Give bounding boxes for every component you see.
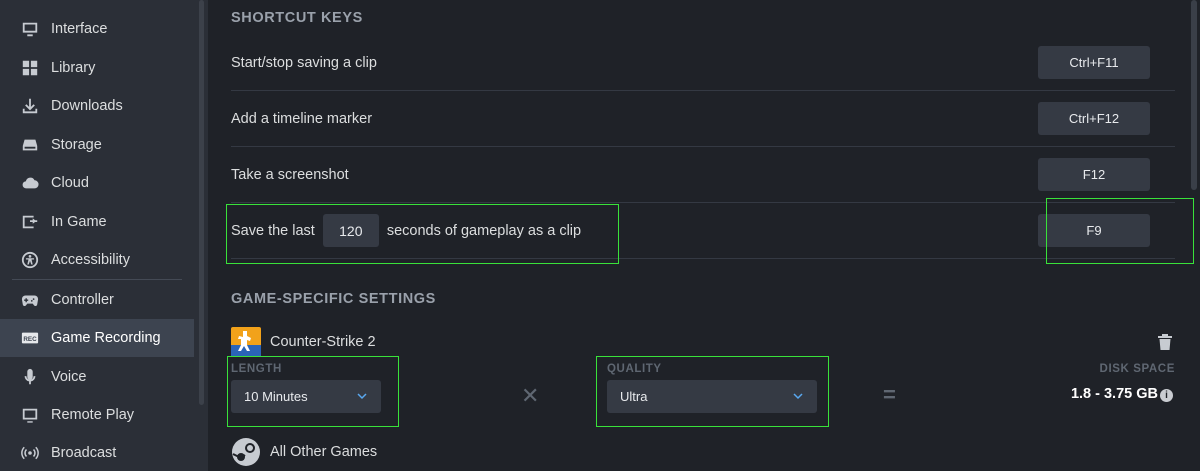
microphone-icon bbox=[20, 367, 40, 387]
storage-icon bbox=[20, 135, 40, 155]
sidebar-item-label: Library bbox=[51, 60, 96, 76]
shortcut-key-button[interactable]: F9 bbox=[1038, 214, 1150, 247]
sidebar-item-storage[interactable]: Storage bbox=[0, 126, 194, 164]
chevron-down-icon bbox=[357, 393, 367, 400]
sidebar-item-controller[interactable]: Controller bbox=[0, 281, 194, 319]
rec-icon: REC bbox=[20, 328, 40, 348]
info-icon[interactable]: i bbox=[1160, 389, 1173, 402]
sidebar-item-label: Broadcast bbox=[51, 445, 117, 461]
cloud-icon bbox=[20, 173, 40, 193]
quality-value: Ultra bbox=[620, 389, 648, 404]
sidebar-item-library[interactable]: Library bbox=[0, 49, 194, 87]
sidebar-item-game-recording[interactable]: REC Game Recording bbox=[0, 319, 194, 357]
controller-icon bbox=[20, 290, 40, 310]
sidebar-item-label: Cloud bbox=[51, 175, 89, 191]
counter-strike-icon bbox=[231, 327, 261, 357]
length-value: 10 Minutes bbox=[244, 389, 308, 404]
grid-icon bbox=[20, 58, 40, 78]
section-title-shortcut-keys: SHORTCUT KEYS bbox=[231, 10, 363, 26]
sidebar-item-interface[interactable]: Interface bbox=[0, 10, 194, 48]
accessibility-icon bbox=[20, 250, 40, 270]
game-name: Counter-Strike 2 bbox=[270, 334, 376, 350]
sidebar-item-broadcast[interactable]: Broadcast bbox=[0, 434, 194, 471]
sidebar-item-label: Controller bbox=[51, 292, 114, 308]
shortcut-label: Start/stop saving a clip bbox=[231, 54, 377, 71]
quality-label: QUALITY bbox=[607, 363, 662, 375]
length-dropdown[interactable]: 10 Minutes bbox=[231, 380, 381, 413]
quality-dropdown[interactable]: Ultra bbox=[607, 380, 817, 413]
sidebar: Interface Library Downloads Storage Clou… bbox=[0, 0, 208, 471]
in-game-icon bbox=[20, 212, 40, 232]
shortcut-key-button[interactable]: Ctrl+F12 bbox=[1038, 102, 1150, 135]
other-games-label: All Other Games bbox=[270, 444, 378, 460]
game-row-all-other-games[interactable]: All Other Games bbox=[231, 437, 377, 467]
sidebar-item-voice[interactable]: Voice bbox=[0, 358, 194, 396]
times-symbol: ✕ bbox=[521, 383, 540, 408]
sidebar-item-accessibility[interactable]: Accessibility bbox=[0, 241, 194, 279]
sidebar-item-label: Downloads bbox=[51, 98, 123, 114]
section-title-game-specific: GAME-SPECIFIC SETTINGS bbox=[231, 291, 436, 307]
sidebar-divider bbox=[12, 279, 182, 280]
main-scrollbar[interactable] bbox=[1191, 0, 1197, 190]
disk-space-value: 1.8 - 3.75 GB bbox=[1070, 386, 1158, 402]
main-panel: SHORTCUT KEYS Start/stop saving a clip C… bbox=[208, 0, 1200, 471]
sidebar-item-cloud[interactable]: Cloud bbox=[0, 164, 194, 202]
clip-seconds-input[interactable]: 120 bbox=[322, 214, 379, 247]
sidebar-item-in-game[interactable]: In Game bbox=[0, 203, 194, 241]
clip-prefix-label: Save the last bbox=[231, 222, 315, 239]
equals-symbol: = bbox=[883, 382, 896, 407]
shortcut-label: Add a timeline marker bbox=[231, 110, 373, 127]
shortcut-row-timeline-marker: Add a timeline marker Ctrl+F12 bbox=[231, 91, 1175, 147]
shortcut-row-screenshot: Take a screenshot F12 bbox=[231, 147, 1175, 203]
shortcut-key-button[interactable]: Ctrl+F11 bbox=[1038, 46, 1150, 79]
remote-play-icon bbox=[20, 405, 40, 425]
sidebar-item-label: Remote Play bbox=[51, 407, 135, 423]
download-icon bbox=[20, 96, 40, 116]
shortcut-row-save-last-seconds: Save the last 120 seconds of gameplay as… bbox=[231, 203, 1175, 259]
sidebar-item-remote-play[interactable]: Remote Play bbox=[0, 396, 194, 434]
sidebar-item-downloads[interactable]: Downloads bbox=[0, 87, 194, 125]
sidebar-item-label: In Game bbox=[51, 214, 107, 230]
shortcut-row-save-clip: Start/stop saving a clip Ctrl+F11 bbox=[231, 35, 1175, 91]
trash-icon[interactable] bbox=[1156, 333, 1174, 351]
game-row-counter-strike[interactable]: Counter-Strike 2 bbox=[231, 327, 376, 357]
svg-text:REC: REC bbox=[23, 336, 37, 343]
length-label: LENGTH bbox=[231, 363, 282, 375]
shortcut-key-button[interactable]: F12 bbox=[1038, 158, 1150, 191]
monitor-icon bbox=[20, 19, 40, 39]
sidebar-item-label: Storage bbox=[51, 137, 102, 153]
clip-suffix-label: seconds of gameplay as a clip bbox=[386, 222, 582, 239]
sidebar-item-label: Game Recording bbox=[51, 330, 161, 346]
broadcast-icon bbox=[20, 443, 40, 463]
sidebar-item-label: Interface bbox=[51, 21, 108, 37]
sidebar-item-label: Accessibility bbox=[51, 252, 130, 268]
sidebar-scrollbar[interactable] bbox=[199, 0, 204, 405]
sidebar-item-label: Voice bbox=[51, 369, 87, 385]
shortcut-label: Take a screenshot bbox=[231, 166, 349, 183]
chevron-down-icon bbox=[793, 393, 803, 400]
disk-space-label: DISK SPACE bbox=[1099, 363, 1175, 375]
steam-icon bbox=[232, 438, 260, 466]
